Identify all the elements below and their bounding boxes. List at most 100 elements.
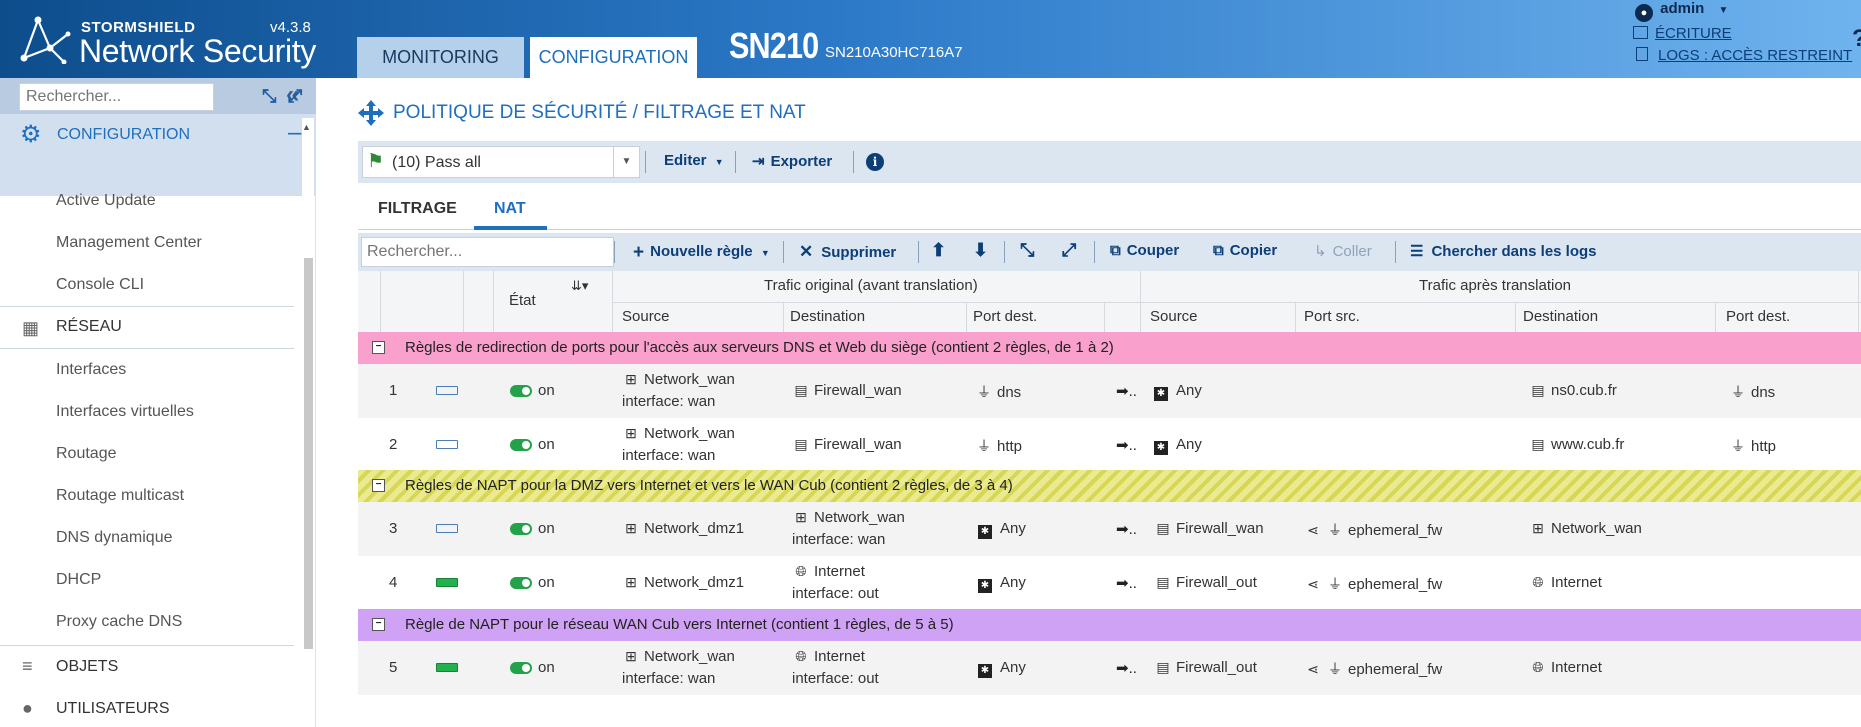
cut-icon: ⧉	[1110, 242, 1121, 259]
sidebar-item-dhcp[interactable]: DHCP	[56, 571, 101, 589]
rule-number: 3	[389, 520, 398, 537]
sidebar-section-objets[interactable]: OBJETS	[56, 658, 118, 676]
sidebar-item-interfaces[interactable]: Interfaces	[56, 361, 126, 379]
help-button[interactable]: ?	[1852, 25, 1861, 53]
expand-all-icon[interactable]: ⤢	[1062, 240, 1076, 261]
rule-t-destination: Internet	[1551, 659, 1602, 676]
rule-t-destination: Internet	[1551, 574, 1602, 591]
group-label: Règles de NAPT pour la DMZ vers Internet…	[405, 477, 1013, 494]
plug-icon: ⏚	[1328, 576, 1342, 592]
plug-icon: ⏚	[1328, 522, 1342, 538]
toolbar-divider	[735, 151, 736, 173]
sidebar-section-reseau[interactable]: RÉSEAU	[56, 318, 122, 336]
info-icon[interactable]: i	[866, 153, 884, 171]
rule-toggle[interactable]	[510, 385, 532, 397]
sidebar-item-dns-dynamique[interactable]: DNS dynamique	[56, 529, 173, 547]
move-down-icon[interactable]: ⬇	[973, 240, 988, 261]
sidebar-item-proxy-cache-dns[interactable]: Proxy cache DNS	[56, 613, 182, 631]
expand-all-icon[interactable]: ⤢	[288, 86, 302, 107]
user-menu: ● admin ▼ ÉCRITURE LOGS : ACCÈS RESTREIN…	[1633, 0, 1861, 78]
move-up-icon[interactable]: ⬆	[931, 240, 946, 261]
column-header-source[interactable]: Source	[622, 308, 670, 325]
export-button[interactable]: ⇥ Exporter	[752, 152, 832, 170]
table-row[interactable]: 3 on ⊞ Network_dmz1 ⊞ Network_wan interfac…	[358, 502, 1861, 556]
version-label: v4.3.8	[270, 19, 311, 36]
table-row[interactable]: 2 on ⊞ Network_wan interface: wan ▤ Firewa…	[358, 418, 1861, 472]
new-rule-button[interactable]: + Nouvelle règle ▼	[633, 242, 770, 264]
user-menu-button[interactable]: ● admin ▼	[1635, 0, 1728, 22]
sidebar-section-utilisateurs[interactable]: UTILISATEURS	[56, 700, 170, 718]
column-header-t-source[interactable]: Source	[1150, 308, 1198, 325]
host-icon: ▤	[1531, 436, 1545, 452]
scroll-up-icon[interactable]: ▲	[302, 122, 311, 132]
tab-nat[interactable]: NAT	[494, 200, 526, 218]
delete-button[interactable]: ✕ Supprimer	[799, 242, 896, 262]
column-header-t-destination[interactable]: Destination	[1523, 308, 1598, 325]
collapse-group-icon[interactable]: −	[372, 341, 385, 354]
rule-t-port-src: ephemeral_fw	[1348, 522, 1443, 539]
edit-button[interactable]: Editer ▼	[664, 152, 724, 169]
sidebar-divider	[0, 645, 294, 646]
sidebar-item-routage-multicast[interactable]: Routage multicast	[56, 487, 184, 505]
rule-destination: Firewall_wan	[814, 436, 902, 453]
paste-button[interactable]: ↳ Coller	[1314, 242, 1372, 260]
rule-group-row[interactable]: − Règle de NAPT pour le réseau WAN Cub v…	[358, 609, 1861, 641]
globe-icon: 🌐︎	[1532, 659, 1544, 675]
rule-toggle[interactable]	[510, 439, 532, 451]
collapse-all-icon[interactable]: ⤡	[1020, 240, 1034, 261]
policy-select[interactable]: ⚑ (10) Pass all ▼	[362, 146, 640, 178]
write-mode-link[interactable]: ÉCRITURE	[1633, 25, 1732, 42]
collapse-group-icon[interactable]: −	[372, 618, 385, 631]
column-header-port-dest[interactable]: Port dest.	[973, 308, 1037, 325]
sidebar-item-interfaces-virtuelles[interactable]: Interfaces virtuelles	[56, 403, 194, 421]
copy-button[interactable]: ⧉ Copier	[1213, 242, 1277, 259]
toolbar-divider	[614, 241, 615, 263]
sidebar-search-input[interactable]	[19, 83, 214, 111]
copy-icon: ⧉	[1213, 242, 1224, 259]
table-row[interactable]: 1 on ⊞ Network_wan interface: wan ▤ Firewa…	[358, 364, 1861, 418]
rule-source-interface: interface: wan	[622, 447, 716, 464]
tab-configuration[interactable]: CONFIGURATION	[530, 37, 697, 78]
sidebar-item-active-update[interactable]: Active Update	[56, 192, 156, 210]
sidebar-item-management-center[interactable]: Management Center	[56, 234, 202, 252]
edit-icon	[1633, 26, 1648, 39]
collapse-section-icon[interactable]: –	[288, 119, 301, 147]
sidebar-item-routage[interactable]: Routage	[56, 445, 117, 463]
sidebar-item-console-cli[interactable]: Console CLI	[56, 276, 144, 294]
cut-button[interactable]: ⧉ Couper	[1110, 242, 1179, 259]
sidebar-section-configuration[interactable]: ⚙ CONFIGURATION –	[0, 114, 316, 154]
chevron-down-icon[interactable]: ▼	[613, 147, 639, 177]
table-row[interactable]: 4 on ⊞ Network_dmz1 🌐︎ Internet interface:…	[358, 556, 1861, 610]
sidebar-scrollbar-thumb[interactable]	[304, 258, 313, 649]
rule-group-row[interactable]: − Règles de NAPT pour la DMZ vers Intern…	[358, 470, 1861, 502]
search-logs-button[interactable]: ☰ Chercher dans les logs	[1410, 242, 1597, 260]
tab-monitoring[interactable]: MONITORING	[357, 37, 524, 78]
nat-action-icon	[436, 524, 458, 533]
rule-toggle[interactable]	[510, 523, 532, 535]
rule-group-row[interactable]: − Règles de redirection de ports pour l'…	[358, 332, 1861, 364]
collapse-all-icon[interactable]: ⤡	[262, 86, 276, 107]
tab-filtrage[interactable]: FILTRAGE	[378, 200, 457, 218]
column-header-t-port-dest[interactable]: Port dest.	[1726, 308, 1790, 325]
rule-toggle[interactable]	[510, 662, 532, 674]
logs-access-link[interactable]: LOGS : ACCÈS RESTREINT	[1633, 47, 1852, 64]
logs-icon: ☰	[1410, 243, 1424, 260]
host-icon: ▤	[1156, 520, 1170, 536]
rule-state: on	[538, 574, 555, 591]
rule-destination-interface: interface: wan	[792, 531, 886, 548]
logs-access-label: LOGS : ACCÈS RESTREINT	[1658, 47, 1853, 64]
collapse-group-icon[interactable]: −	[372, 479, 385, 492]
sort-icon[interactable]: ⇊▾	[571, 278, 588, 294]
rule-source-interface: interface: wan	[622, 670, 716, 687]
rules-search-input[interactable]	[361, 237, 614, 267]
share-icon: ⋖	[1307, 576, 1319, 592]
table-row[interactable]: 5 on ⊞ Network_wan interface: wan 🌐︎ Inter…	[358, 641, 1861, 695]
column-header-t-port-src[interactable]: Port src.	[1304, 308, 1360, 325]
rule-t-port: dns	[1751, 384, 1776, 401]
plug-icon: ⏚	[1328, 661, 1342, 677]
device-model: SN210	[729, 25, 819, 66]
rule-toggle[interactable]	[510, 577, 532, 589]
column-header-destination[interactable]: Destination	[790, 308, 865, 325]
host-icon: ▤	[794, 382, 808, 398]
column-header-state[interactable]: État	[509, 292, 536, 309]
